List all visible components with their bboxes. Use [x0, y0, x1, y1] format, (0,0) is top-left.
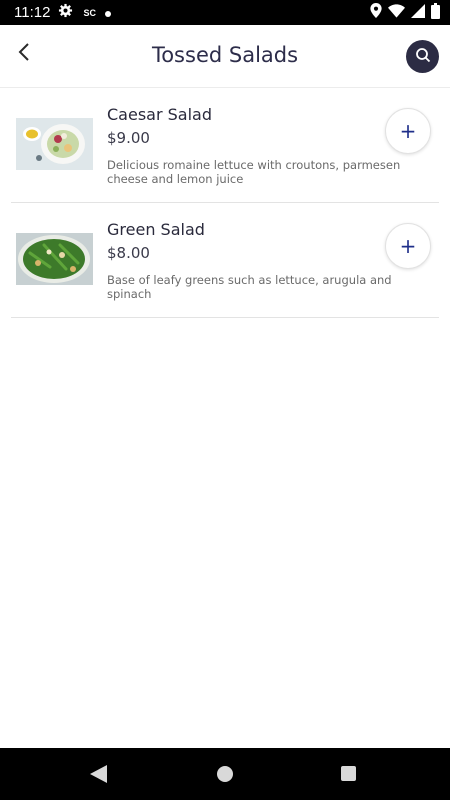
- page-title: Tossed Salads: [151, 43, 299, 67]
- green-salad-image: [16, 233, 93, 285]
- item-description: Delicious romaine lettuce with croutons,…: [107, 158, 401, 186]
- status-sc-label: SC: [83, 7, 96, 18]
- status-right: [370, 2, 440, 23]
- status-bar: 11:12 SC: [0, 0, 450, 25]
- menu-list: Caesar Salad $9.00 Delicious romaine let…: [0, 88, 450, 318]
- battery-icon: [431, 2, 440, 23]
- location-icon: [370, 3, 382, 22]
- list-item[interactable]: Caesar Salad $9.00 Delicious romaine let…: [11, 88, 439, 203]
- system-nav-bar: [0, 748, 450, 800]
- item-name: Green Salad: [107, 220, 205, 239]
- cast-dot-icon: [104, 3, 112, 22]
- item-name: Caesar Salad: [107, 105, 212, 124]
- plus-icon: +: [399, 119, 417, 143]
- add-to-cart-button[interactable]: +: [385, 108, 431, 154]
- nav-back-icon[interactable]: [90, 765, 107, 787]
- item-price: $9.00: [107, 129, 150, 147]
- status-time: 11:12: [14, 4, 51, 21]
- list-item[interactable]: Green Salad $8.00 Base of leafy greens s…: [11, 203, 439, 318]
- status-left: 11:12 SC: [14, 3, 112, 22]
- item-price: $8.00: [107, 244, 150, 262]
- wifi-icon: [388, 3, 405, 22]
- search-icon: [415, 47, 431, 67]
- plus-icon: +: [399, 234, 417, 258]
- app-bar: Tossed Salads: [0, 25, 450, 88]
- add-to-cart-button[interactable]: +: [385, 223, 431, 269]
- search-button[interactable]: [406, 40, 439, 73]
- item-description: Base of leafy greens such as lettuce, ar…: [107, 273, 392, 301]
- cell-signal-icon: [411, 3, 425, 22]
- gear-icon: [58, 3, 73, 22]
- nav-home-icon[interactable]: [217, 766, 233, 782]
- nav-recents-icon[interactable]: [341, 766, 356, 781]
- caesar-salad-image: [16, 118, 93, 170]
